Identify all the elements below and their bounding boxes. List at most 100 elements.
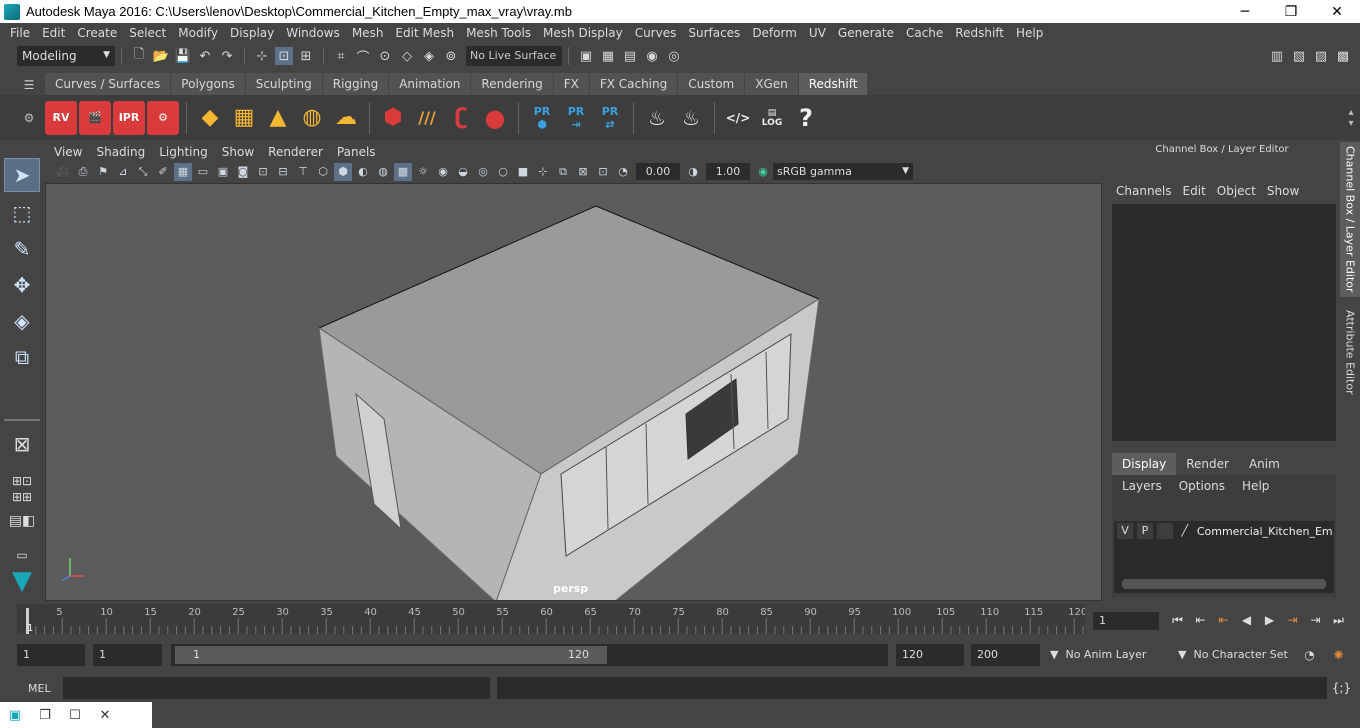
multisample-aa-icon[interactable]: ◎	[474, 163, 492, 181]
menu-surfaces[interactable]: Surfaces	[682, 26, 746, 40]
redshift-ipr-icon[interactable]: IPR	[113, 100, 145, 135]
exposure-field[interactable]: 0.00	[636, 163, 680, 180]
depth-of-field-icon[interactable]: ○	[494, 163, 512, 181]
menu-display[interactable]: Display	[224, 26, 280, 40]
current-frame-field[interactable]: 1	[1093, 612, 1159, 630]
tab-sculpting[interactable]: Sculpting	[245, 73, 322, 95]
tab-curves-surfaces[interactable]: Curves / Surfaces	[45, 73, 171, 95]
step-back-key-icon[interactable]: ⇤	[1189, 610, 1212, 630]
panel-menu-lighting[interactable]: Lighting	[152, 145, 215, 159]
smooth-shade-icon[interactable]: ⬢	[334, 162, 352, 181]
ies-light-icon[interactable]: ▲	[262, 101, 294, 135]
redshift-render-view-icon[interactable]: RV	[45, 100, 77, 135]
shelf-menu-icon[interactable]: ☰	[19, 75, 39, 95]
panel-menu-panels[interactable]: Panels	[330, 145, 383, 159]
tab-animation[interactable]: Animation	[389, 73, 471, 95]
play-forward-icon[interactable]: ▶	[1258, 610, 1281, 630]
live-surface-field[interactable]: No Live Surface	[466, 46, 562, 66]
proxy-icon[interactable]: ⬢	[377, 101, 409, 135]
channels-menu[interactable]: Channels	[1112, 184, 1179, 198]
toggle-channel-box-icon[interactable]: ▨	[1312, 47, 1330, 65]
visibility-toggle[interactable]: V	[1117, 523, 1133, 539]
two-d-pan-icon[interactable]: ⤡	[134, 163, 152, 181]
menu-edit[interactable]: Edit	[36, 26, 71, 40]
view-transform-dropdown[interactable]: sRGB gamma ▼	[773, 163, 913, 180]
playback-toggle[interactable]: P	[1136, 523, 1153, 539]
resolution-gate-icon[interactable]: ▣	[214, 163, 232, 181]
material-ball-icon[interactable]: ●	[479, 101, 511, 135]
menu-mesh-display[interactable]: Mesh Display	[537, 26, 629, 40]
channel-list[interactable]	[1112, 204, 1336, 441]
select-object-icon[interactable]: ⊡	[275, 47, 293, 65]
step-back-frame-icon[interactable]: ⇤	[1212, 610, 1235, 630]
move-tool-icon[interactable]: ✥	[4, 268, 40, 302]
restore-icon[interactable]: ❐	[30, 708, 60, 723]
render-view-icon[interactable]: ▣	[577, 47, 595, 65]
menu-redshift[interactable]: Redshift	[949, 26, 1010, 40]
shadows-icon[interactable]: ☼	[414, 163, 432, 181]
tab-redshift[interactable]: Redshift	[798, 73, 868, 95]
auto-key-icon[interactable]: ◔	[1298, 645, 1321, 665]
object-menu[interactable]: Object	[1213, 184, 1263, 198]
menu-windows[interactable]: Windows	[280, 26, 346, 40]
anim-layer-dropdown[interactable]: ▼ No Anim Layer	[1044, 644, 1164, 666]
character-set-dropdown[interactable]: ▼ No Character Set	[1172, 644, 1292, 666]
wireframe-icon[interactable]: ⬡	[314, 163, 332, 181]
motion-blur-icon[interactable]: ◒	[454, 163, 472, 181]
outliner-layout-icon[interactable]: ▤◧	[4, 504, 40, 538]
gamma-field[interactable]: 1.00	[706, 163, 750, 180]
tab-display[interactable]: Display	[1112, 453, 1177, 475]
tab-rigging[interactable]: Rigging	[322, 73, 389, 95]
color-management-toggle-icon[interactable]: ◉	[754, 163, 772, 181]
options-menu[interactable]: Options	[1175, 479, 1238, 493]
safe-action-icon[interactable]: ⊟	[274, 163, 292, 181]
select-tool-icon[interactable]: ➤	[4, 158, 40, 192]
gate-mask-icon[interactable]: ◙	[234, 163, 252, 181]
range-slider[interactable]: 1 120	[171, 644, 888, 666]
tab-custom[interactable]: Custom	[678, 73, 745, 95]
toggle-attribute-editor-icon[interactable]: ▩	[1334, 47, 1352, 65]
gamma-icon[interactable]: ◑	[684, 163, 702, 181]
volume-icon[interactable]: ///	[411, 101, 443, 135]
tab-attribute-editor[interactable]: Attribute Editor	[1340, 302, 1360, 402]
menu-mesh-tools[interactable]: Mesh Tools	[460, 26, 537, 40]
menu-uv[interactable]: UV	[803, 26, 832, 40]
playback-start-field[interactable]: 1	[93, 644, 162, 666]
show-menu[interactable]: Show	[1263, 184, 1306, 198]
camera-select-icon[interactable]: 🎥	[54, 163, 72, 181]
maximize-button[interactable]: ❐	[1268, 0, 1314, 23]
close-button[interactable]: ✕	[1314, 0, 1360, 23]
panel-menu-show[interactable]: Show	[215, 145, 261, 159]
render-current-icon[interactable]: ▦	[599, 47, 617, 65]
grid-icon[interactable]: ▦	[174, 162, 192, 181]
snap-curve-icon[interactable]: ⌒	[354, 47, 372, 66]
menu-create[interactable]: Create	[71, 26, 123, 40]
time-slider[interactable]: 5 10 15 20 25 30 35 40 45 50 55 60 65 70 75 80 85 90 95 100…	[17, 604, 1085, 634]
xray-active-icon[interactable]: ⧉	[554, 163, 572, 181]
paint-select-tool-icon[interactable]: ✎	[4, 232, 40, 266]
material-bake-icon[interactable]: ♨	[641, 101, 673, 135]
workspace-icon[interactable]: ▥	[1268, 47, 1286, 65]
range-slider-handle[interactable]: 1 120	[175, 646, 607, 664]
scene-end-field[interactable]: 200	[971, 644, 1040, 666]
perspective-viewport[interactable]: persp	[45, 183, 1102, 601]
rotate-tool-icon[interactable]: ◈	[4, 304, 40, 338]
menu-mesh[interactable]: Mesh	[346, 26, 390, 40]
menu-deform[interactable]: Deform	[746, 26, 803, 40]
script-editor-icon[interactable]: {;}	[1330, 678, 1353, 698]
menu-modify[interactable]: Modify	[172, 26, 224, 40]
go-to-end-icon[interactable]: ⏭	[1327, 610, 1350, 630]
panel-menu-renderer[interactable]: Renderer	[261, 145, 330, 159]
tab-anim[interactable]: Anim	[1238, 453, 1290, 475]
script-language-label[interactable]: MEL	[28, 682, 51, 695]
menu-select[interactable]: Select	[123, 26, 172, 40]
textured-icon[interactable]: ◍	[374, 163, 392, 181]
animation-preferences-icon[interactable]: ✺	[1327, 645, 1350, 665]
menu-help[interactable]: Help	[1010, 26, 1049, 40]
tab-polygons[interactable]: Polygons	[171, 73, 245, 95]
menu-cache[interactable]: Cache	[900, 26, 949, 40]
menu-curves[interactable]: Curves	[629, 26, 683, 40]
grease-pencil-icon[interactable]: ✐	[154, 163, 172, 181]
menu-file[interactable]: File	[4, 26, 36, 40]
panel-menu-shading[interactable]: Shading	[89, 145, 152, 159]
